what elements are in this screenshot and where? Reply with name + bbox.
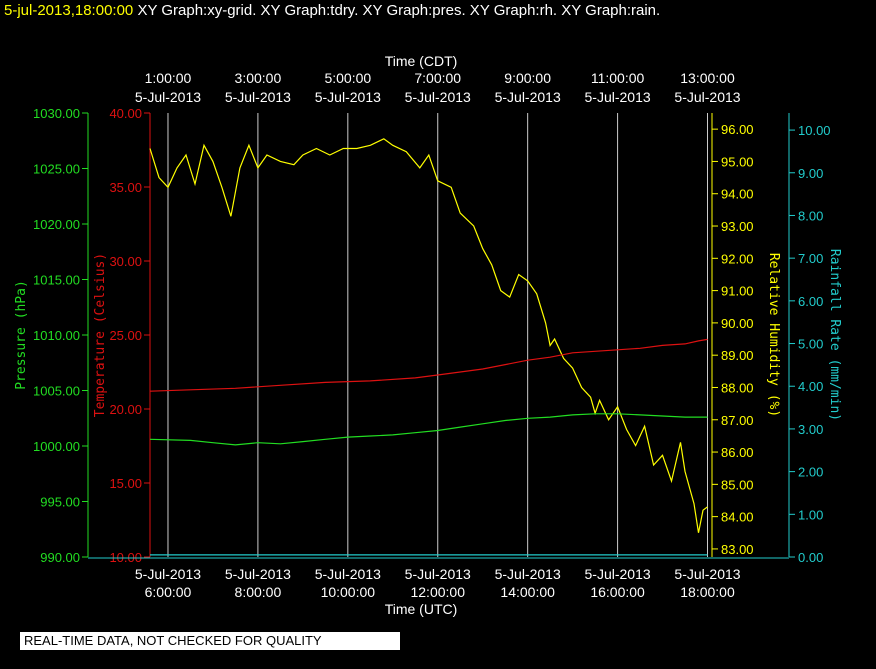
rain-axis-title: Rainfall Rate (mm/min) (827, 249, 842, 421)
top-tick-label: 5-Jul-2013 (135, 89, 201, 105)
temperature-series-line (149, 338, 708, 392)
rain-tick-label: 7.00 (798, 251, 823, 266)
rain-tick-label: 2.00 (798, 465, 823, 480)
pressure-tick-label: 990.00 (40, 550, 80, 565)
quality-note: REAL-TIME DATA, NOT CHECKED FOR QUALITY (20, 632, 400, 650)
humidity-tick-label: 89.00 (721, 348, 754, 363)
humidity-axis-title: Relative Humidity (%) (766, 253, 781, 417)
rain-tick-label: 4.00 (798, 379, 823, 394)
top-tick-label: 5-Jul-2013 (405, 89, 471, 105)
pressure-tick-label: 1000.00 (33, 439, 80, 454)
bottom-tick-label: 5-Jul-2013 (674, 566, 740, 582)
humidity-tick-label: 94.00 (721, 187, 754, 202)
humidity-tick-label: 88.00 (721, 380, 754, 395)
humidity-series-line (149, 138, 708, 533)
top-tick-label: 5-Jul-2013 (225, 89, 291, 105)
pressure-tick-label: 1015.00 (33, 273, 80, 288)
humidity-tick-label: 96.00 (721, 122, 754, 137)
rain-tick-label: 10.00 (798, 123, 831, 138)
top-tick-label: 5-Jul-2013 (315, 89, 381, 105)
temperature-tick-label: 20.00 (109, 402, 142, 417)
top-tick-label: 11:00:00 (591, 70, 645, 86)
pressure-tick-label: 1005.00 (33, 384, 80, 399)
temperature-axis-title: Temperature (Celsius) (93, 253, 108, 417)
humidity-tick-label: 92.00 (721, 251, 754, 266)
top-tick-label: 5-Jul-2013 (585, 89, 651, 105)
temperature-tick-label: 35.00 (109, 180, 142, 195)
humidity-tick-label: 91.00 (721, 284, 754, 299)
top-tick-label: 5-Jul-2013 (495, 89, 561, 105)
humidity-tick-label: 86.00 (721, 445, 754, 460)
temperature-tick-label: 15.00 (109, 476, 142, 491)
bottom-tick-label: 10:00:00 (321, 584, 376, 600)
temperature-tick-label: 30.00 (109, 254, 142, 269)
bottom-tick-label: 5-Jul-2013 (585, 566, 651, 582)
rain-tick-label: 6.00 (798, 294, 823, 309)
rain-tick-label: 8.00 (798, 208, 823, 223)
xy-chart: Time (CDT) Time (UTC) 1:00:00 5-Jul-2013 5-J… (14, 53, 842, 617)
humidity-tick-label: 93.00 (721, 219, 754, 234)
bottom-tick-label: 5-Jul-2013 (405, 566, 471, 582)
rain-tick-label: 3.00 (798, 422, 823, 437)
top-axis-title: Time (CDT) (385, 53, 458, 69)
pressure-tick-label: 1010.00 (33, 328, 80, 343)
bottom-axis-title: Time (UTC) (385, 601, 458, 617)
pressure-series-line (149, 413, 708, 446)
top-tick-label: 1:00:00 (145, 70, 192, 86)
rain-tick-label: 0.00 (798, 550, 823, 565)
humidity-tick-label: 83.00 (721, 542, 754, 557)
bottom-tick-label: 8:00:00 (235, 584, 282, 600)
temperature-tick-label: 25.00 (109, 328, 142, 343)
humidity-tick-label: 84.00 (721, 510, 754, 525)
top-tick-label: 7:00:00 (414, 70, 461, 86)
pressure-tick-label: 1025.00 (33, 162, 80, 177)
rain-tick-label: 9.00 (798, 166, 823, 181)
pressure-tick-label: 1030.00 (33, 106, 80, 121)
bottom-tick-label: 14:00:00 (500, 584, 555, 600)
top-tick-label: 13:00:00 (680, 70, 735, 86)
top-tick-label: 9:00:00 (504, 70, 551, 86)
temperature-tick-label: 40.00 (109, 106, 142, 121)
humidity-tick-label: 90.00 (721, 316, 754, 331)
bottom-tick-label: 16:00:00 (590, 584, 645, 600)
rain-tick-label: 1.00 (798, 507, 823, 522)
top-tick-label: 5-Jul-2013 (674, 89, 740, 105)
bottom-tick-label: 6:00:00 (145, 584, 192, 600)
bottom-tick-label: 12:00:00 (410, 584, 465, 600)
top-tick-label: 3:00:00 (235, 70, 282, 86)
humidity-tick-label: 87.00 (721, 413, 754, 428)
pressure-tick-label: 995.00 (40, 495, 80, 510)
bottom-tick-label: 5-Jul-2013 (135, 566, 201, 582)
bottom-tick-label: 18:00:00 (680, 584, 735, 600)
top-tick-label: 5:00:00 (324, 70, 371, 86)
humidity-tick-label: 95.00 (721, 154, 754, 169)
bottom-tick-label: 5-Jul-2013 (225, 566, 291, 582)
pressure-axis-title: Pressure (hPa) (14, 280, 29, 390)
bottom-tick-label: 5-Jul-2013 (315, 566, 381, 582)
pressure-tick-label: 1020.00 (33, 217, 80, 232)
bottom-tick-label: 5-Jul-2013 (495, 566, 561, 582)
humidity-tick-label: 85.00 (721, 477, 754, 492)
rain-tick-label: 5.00 (798, 337, 823, 352)
